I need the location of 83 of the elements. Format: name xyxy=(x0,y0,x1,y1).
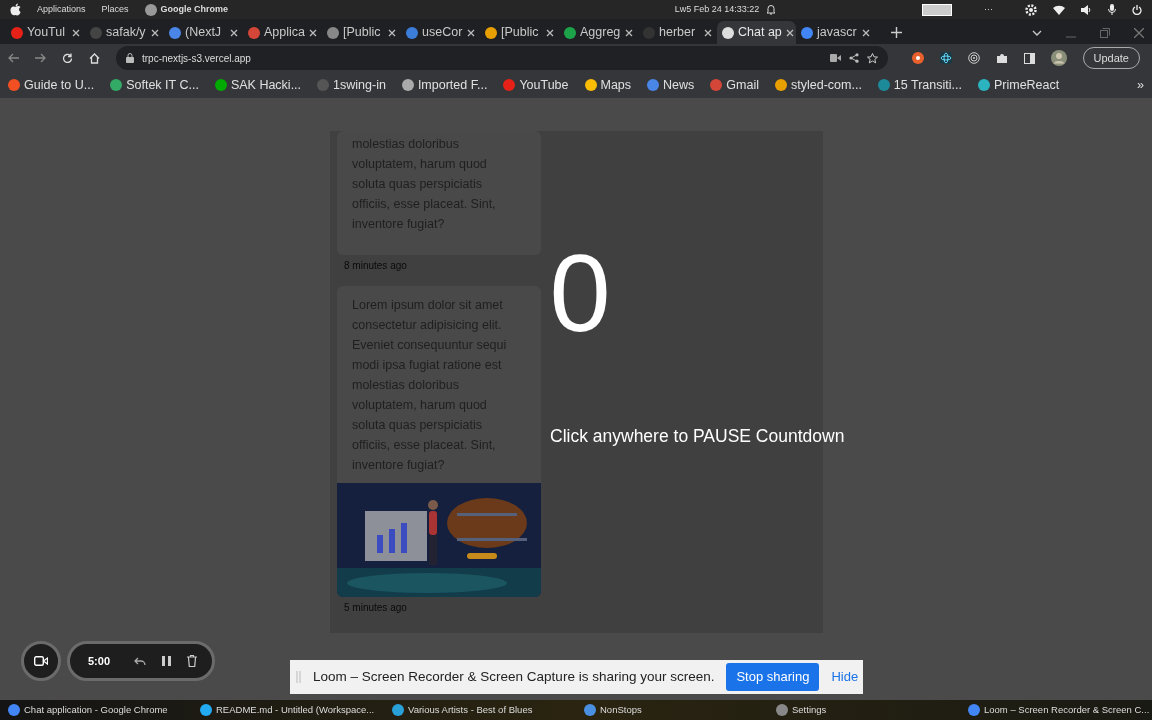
restore-icon[interactable] xyxy=(1100,27,1110,38)
pause-icon[interactable] xyxy=(162,656,172,666)
bookmark-link[interactable]: PrimeReact xyxy=(993,75,1060,95)
camera-button[interactable] xyxy=(21,641,61,681)
side-panel-icon[interactable] xyxy=(1023,52,1035,64)
bookmark-link[interactable]: SAK Hacki... xyxy=(230,75,302,95)
chevron-down-icon[interactable] xyxy=(1032,29,1042,36)
back-icon[interactable] xyxy=(8,53,19,63)
taskbar-item[interactable]: Loom – Screen Recorder & Screen C... xyxy=(960,702,1152,718)
bookmark-link[interactable]: 1swing-in xyxy=(333,75,386,95)
taskbar-item[interactable]: Various Artists - Best of Blues xyxy=(384,702,576,718)
forward-icon[interactable] xyxy=(35,53,46,63)
browser-tab[interactable]: YouTul xyxy=(6,21,85,44)
bell-icon xyxy=(767,4,776,15)
close-icon[interactable] xyxy=(1134,27,1144,38)
close-icon[interactable] xyxy=(862,28,870,37)
video-camera-icon xyxy=(34,656,48,666)
bookmark-link[interactable]: Maps xyxy=(600,75,632,95)
close-icon[interactable] xyxy=(388,28,396,37)
share-message: Loom – Screen Recorder & Screen Capture is sharing your screen. xyxy=(313,667,715,686)
timer: 5:00 xyxy=(88,653,111,669)
video-camera-icon[interactable] xyxy=(829,54,841,62)
home-icon[interactable] xyxy=(89,52,100,64)
browser-tab[interactable]: javascr xyxy=(796,21,875,44)
bookmark-link[interactable]: Imported F... xyxy=(417,75,488,95)
star-icon[interactable] xyxy=(866,52,878,64)
apple-icon xyxy=(10,3,21,16)
more-bookmarks-button[interactable]: » xyxy=(1137,75,1144,95)
browser-tab[interactable]: [Public xyxy=(480,21,559,44)
browser-tab[interactable]: Chat ap xyxy=(717,21,796,44)
overflow-menu[interactable]: ··· xyxy=(984,2,993,17)
close-icon[interactable] xyxy=(309,28,317,37)
close-icon[interactable] xyxy=(151,28,159,37)
undo-icon[interactable] xyxy=(134,656,147,666)
countdown-hint[interactable]: Click anywhere to PAUSE Countdown xyxy=(550,423,845,450)
close-icon[interactable] xyxy=(230,28,238,37)
bookmark-link[interactable]: News xyxy=(663,75,695,95)
close-icon[interactable] xyxy=(704,28,712,37)
drag-handle-icon[interactable] xyxy=(296,671,301,683)
hide-link[interactable]: Hide xyxy=(831,667,859,687)
reload-icon[interactable] xyxy=(62,52,73,64)
volume-icon[interactable] xyxy=(1081,4,1092,15)
share-icon[interactable] xyxy=(848,53,859,63)
close-icon[interactable] xyxy=(625,28,633,37)
browser-tab[interactable]: [Public xyxy=(322,21,401,44)
address-bar[interactable]: trpc-nextjs-s3.vercel.app xyxy=(116,46,888,70)
close-icon[interactable] xyxy=(785,28,794,37)
wifi-icon[interactable] xyxy=(1053,4,1065,15)
atom-icon[interactable] xyxy=(939,52,952,64)
bookmark-link[interactable]: styled-com... xyxy=(791,75,862,95)
app-name: Google Chrome xyxy=(160,2,229,16)
bookmark-link[interactable]: Gmail xyxy=(726,75,759,95)
taskbar-item[interactable]: NonStops xyxy=(576,702,768,718)
browser-tab[interactable]: Aggreg xyxy=(559,21,638,44)
bookmark-link[interactable]: 15 Transiti... xyxy=(893,75,962,95)
bookmark-link[interactable]: Softek IT C... xyxy=(126,75,199,95)
close-icon[interactable] xyxy=(546,28,554,37)
extension-icon[interactable] xyxy=(911,52,924,64)
power-icon[interactable] xyxy=(1132,4,1142,15)
settings-icon[interactable] xyxy=(1025,3,1037,16)
browser-tab[interactable]: safak/y xyxy=(85,21,164,44)
clock[interactable]: Lw5 Feb 24 14:33:22 xyxy=(674,2,760,17)
avatar-icon[interactable] xyxy=(1050,50,1067,66)
target-icon[interactable] xyxy=(967,52,980,64)
close-icon[interactable] xyxy=(72,28,80,37)
trash-icon[interactable] xyxy=(187,655,198,667)
countdown-number: 0 xyxy=(548,238,612,348)
browser-tab[interactable]: (NextJ xyxy=(164,21,243,44)
new-tab-icon[interactable] xyxy=(891,27,902,38)
browser-tab[interactable]: Applica xyxy=(243,21,322,44)
taskbar-item[interactable]: README.md - Untitled (Workspace... xyxy=(192,702,384,718)
bookmark-link[interactable]: YouTube xyxy=(519,75,569,95)
menu-item[interactable]: Places xyxy=(101,2,129,17)
close-icon[interactable] xyxy=(467,28,475,37)
taskbar-item[interactable]: Settings xyxy=(768,702,960,718)
taskbar-item[interactable]: Chat application - Google Chrome xyxy=(0,702,192,718)
microphone-icon[interactable] xyxy=(1108,4,1116,15)
stop-sharing-button[interactable]: Stop sharing xyxy=(726,663,820,691)
browser-tab[interactable]: herber xyxy=(638,21,717,44)
browser-tab[interactable]: useCor xyxy=(401,21,480,44)
lock-icon xyxy=(126,53,134,63)
bookmark-link[interactable]: Guide to U... xyxy=(24,75,95,95)
menu-item[interactable]: Applications xyxy=(37,2,86,17)
